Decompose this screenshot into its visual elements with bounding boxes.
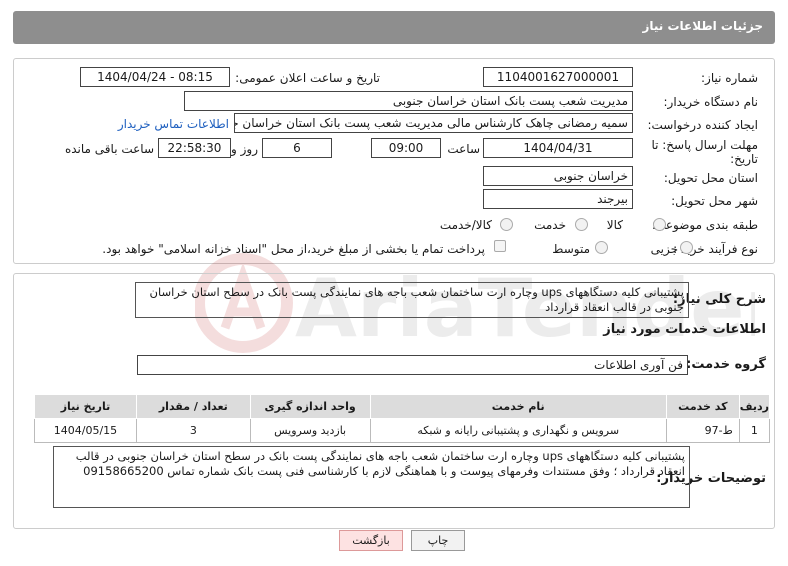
table-header-row: ردیف کد خدمت نام خدمت واحد اندازه گیری ت… (34, 394, 771, 419)
summary-textarea[interactable]: پشتیبانی کلیه دستگاههای ups وچاره ارت سا… (135, 282, 689, 318)
category-goods-radio[interactable] (653, 218, 666, 231)
cell-name: سرویس و نگهداری و پشتیبانی رایانه و شبکه (369, 418, 667, 443)
category-both-radio[interactable] (500, 218, 513, 231)
table-row: 1 ط-97 سرویس و نگهداری و پشتیبانی رایانه… (34, 418, 771, 443)
services-section-title: اطلاعات خدمات مورد نیاز (603, 322, 766, 337)
days-label: روز و (231, 142, 258, 156)
category-service-label: خدمت (534, 218, 566, 232)
creator-field: سمیه رمضانی چاهک کارشناس مالی مدیریت شعب… (234, 113, 633, 133)
cell-row: 1 (738, 418, 771, 443)
process-medium-radio[interactable] (595, 241, 608, 254)
buyer-org-label: نام دستگاه خریدار: (663, 95, 759, 109)
deadline-label: مهلت ارسال پاسخ: تا تاریخ: (651, 138, 758, 166)
category-both-label: کالا/خدمت (439, 218, 492, 232)
city-label: شهر محل تحویل: (671, 194, 758, 208)
buyer-notes-textarea[interactable]: پشتیبانی کلیه دستگاههای ups وچاره ارت سا… (53, 446, 690, 508)
announce-date-label: تاریخ و ساعت اعلان عمومی: (235, 71, 380, 85)
buyer-org-field: مدیریت شعب پست بانک استان خراسان جنوبی (184, 91, 633, 111)
province-label: استان محل تحویل: (663, 171, 758, 185)
services-table: ردیف کد خدمت نام خدمت واحد اندازه گیری ت… (34, 394, 771, 443)
category-goods-label: کالا (606, 218, 623, 232)
treasury-payment-checkbox[interactable] (494, 240, 506, 252)
page-header: جزئیات اطلاعات نیاز (13, 11, 775, 44)
col-quantity-header: تعداد / مقدار (135, 394, 251, 419)
province-field: خراسان جنوبی (483, 166, 633, 186)
process-minor-label: جزیی (650, 242, 678, 256)
deadline-time-field: 09:00 (371, 138, 441, 158)
creator-label: ایجاد کننده درخواست: (647, 118, 758, 132)
category-label: طبقه بندی موضوعی: (651, 218, 758, 232)
process-minor-radio[interactable] (680, 241, 693, 254)
print-button[interactable]: چاپ (411, 530, 465, 551)
back-button[interactable]: بازگشت (339, 530, 403, 551)
announce-date-field: 1404/04/24 - 08:15 (80, 67, 230, 87)
category-service-radio[interactable] (575, 218, 588, 231)
cell-quantity: 3 (135, 418, 251, 443)
cell-unit: بازدید وسرویس (249, 418, 371, 443)
need-number-field: 1104001627000001 (483, 67, 633, 87)
service-group-field: فن آوری اطلاعات (137, 355, 688, 375)
deadline-time-label: ساعت (447, 142, 480, 156)
treasury-payment-note: پرداخت تمام یا بخشی از مبلغ خرید،از محل … (102, 242, 485, 256)
col-code-header: کد خدمت (665, 394, 740, 419)
cell-code: ط-97 (665, 418, 740, 443)
remaining-time-field: 22:58:30 (158, 138, 231, 158)
need-number-label: شماره نیاز: (701, 71, 758, 85)
cell-date: 1404/05/15 (34, 418, 137, 443)
page-title: جزئیات اطلاعات نیاز (642, 19, 763, 33)
col-row-header: ردیف (738, 394, 771, 419)
remaining-time-label: ساعت باقی مانده (64, 142, 154, 156)
process-medium-label: متوسط (552, 242, 590, 256)
deadline-date-field: 1404/04/31 (483, 138, 633, 158)
buyer-contact-link[interactable]: اطلاعات تماس خریدار (118, 117, 229, 131)
city-field: بیرجند (483, 189, 633, 209)
days-field: 6 (262, 138, 332, 158)
service-group-label: گروه خدمت: (686, 357, 766, 372)
col-name-header: نام خدمت (369, 394, 667, 419)
col-date-header: تاریخ نیاز (34, 394, 137, 419)
col-unit-header: واحد اندازه گیری (249, 394, 371, 419)
